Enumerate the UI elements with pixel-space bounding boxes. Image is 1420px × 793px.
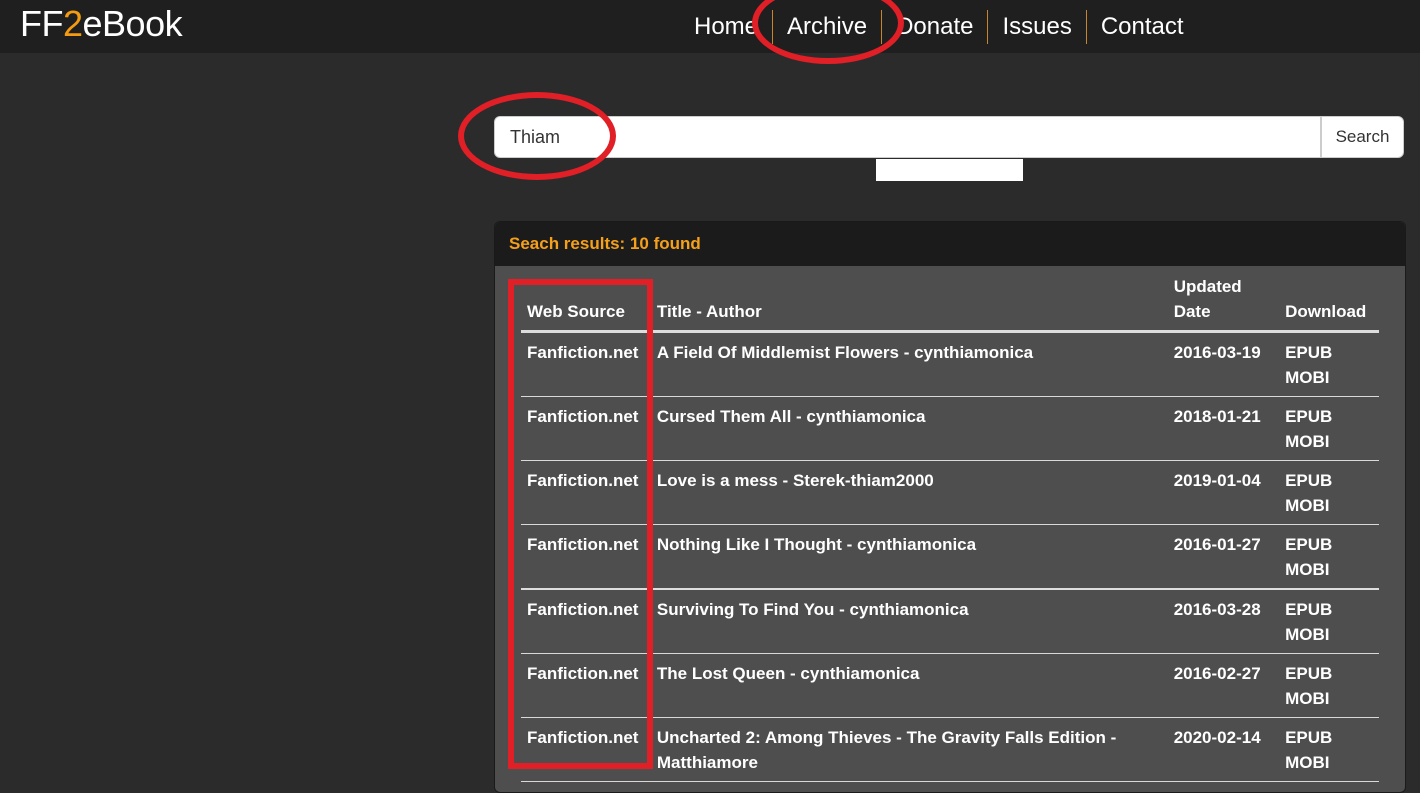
cell-download: EPUB MOBI bbox=[1279, 717, 1379, 782]
epub-link[interactable]: EPUB bbox=[1285, 340, 1373, 365]
epub-link[interactable]: EPUB bbox=[1285, 468, 1373, 493]
mobi-link[interactable]: MOBI bbox=[1285, 750, 1373, 775]
cell-updated-date: 2020-02-14 bbox=[1167, 717, 1280, 782]
search-input[interactable] bbox=[494, 116, 1321, 158]
cell-download: EPUB MOBI bbox=[1279, 653, 1379, 718]
epub-link[interactable]: EPUB bbox=[1285, 597, 1373, 622]
search-bar: Search bbox=[494, 116, 1404, 158]
cell-title-author: Cursed Them All - cynthiamonica bbox=[650, 396, 1168, 461]
cell-download: EPUB MOBI bbox=[1279, 589, 1379, 654]
logo-prefix: FF bbox=[20, 3, 63, 44]
mobi-link[interactable]: MOBI bbox=[1285, 493, 1373, 518]
mobi-link[interactable]: MOBI bbox=[1285, 686, 1373, 711]
cell-title-author: Love is a mess - Sterek-thiam2000 bbox=[650, 460, 1168, 525]
cell-updated-date: 2016-03-19 bbox=[1167, 331, 1280, 397]
mobi-link[interactable]: MOBI bbox=[1285, 429, 1373, 454]
cell-updated-date: 2018-01-21 bbox=[1167, 396, 1280, 461]
column-header-updated-date: Updated Date bbox=[1167, 274, 1280, 333]
cell-updated-date: 2016-01-27 bbox=[1167, 524, 1280, 590]
mobi-link[interactable]: MOBI bbox=[1285, 365, 1373, 390]
cell-download: EPUB MOBI bbox=[1279, 331, 1379, 397]
top-navbar: FF2eBook Home Archive Donate Issues Cont… bbox=[0, 0, 1420, 53]
nav-issues[interactable]: Issues bbox=[988, 10, 1085, 44]
epub-link[interactable]: EPUB bbox=[1285, 661, 1373, 686]
mobi-link[interactable]: MOBI bbox=[1285, 557, 1373, 582]
annotation-rect-web-source bbox=[508, 279, 653, 769]
cell-download: EPUB MOBI bbox=[1279, 396, 1379, 461]
epub-link[interactable]: EPUB bbox=[1285, 532, 1373, 557]
logo-suffix: eBook bbox=[82, 3, 183, 44]
annotation-circle-search bbox=[458, 92, 616, 180]
cell-download: EPUB MOBI bbox=[1279, 524, 1379, 590]
blank-white-block bbox=[876, 159, 1023, 181]
cell-title-author: The Lost Queen - cynthiamonica bbox=[650, 653, 1168, 718]
search-button[interactable]: Search bbox=[1321, 116, 1404, 158]
cell-updated-date: 2019-01-04 bbox=[1167, 460, 1280, 525]
epub-link[interactable]: EPUB bbox=[1285, 404, 1373, 429]
cell-updated-date: 2016-02-27 bbox=[1167, 653, 1280, 718]
cell-title-author: Surviving To Find You - cynthiamonica bbox=[650, 589, 1168, 654]
results-header: Seach results: 10 found bbox=[495, 222, 1405, 266]
annotation-circle-archive bbox=[752, 0, 904, 64]
mobi-link[interactable]: MOBI bbox=[1285, 622, 1373, 647]
cell-title-author: A Field Of Middlemist Flowers - cynthiam… bbox=[650, 331, 1168, 397]
epub-link[interactable]: EPUB bbox=[1285, 725, 1373, 750]
cell-title-author: Uncharted 2: Among Thieves - The Gravity… bbox=[650, 717, 1168, 782]
logo-two: 2 bbox=[62, 3, 83, 44]
results-summary: Seach results: 10 found bbox=[509, 234, 701, 253]
cell-updated-date: 2016-03-28 bbox=[1167, 589, 1280, 654]
column-header-download: Download bbox=[1279, 274, 1379, 333]
nav-contact[interactable]: Contact bbox=[1087, 10, 1198, 44]
column-header-title-author: Title - Author bbox=[650, 274, 1168, 333]
cell-title-author: Nothing Like I Thought - cynthiamonica bbox=[650, 524, 1168, 590]
site-logo[interactable]: FF2eBook bbox=[20, 2, 183, 46]
cell-download: EPUB MOBI bbox=[1279, 460, 1379, 525]
